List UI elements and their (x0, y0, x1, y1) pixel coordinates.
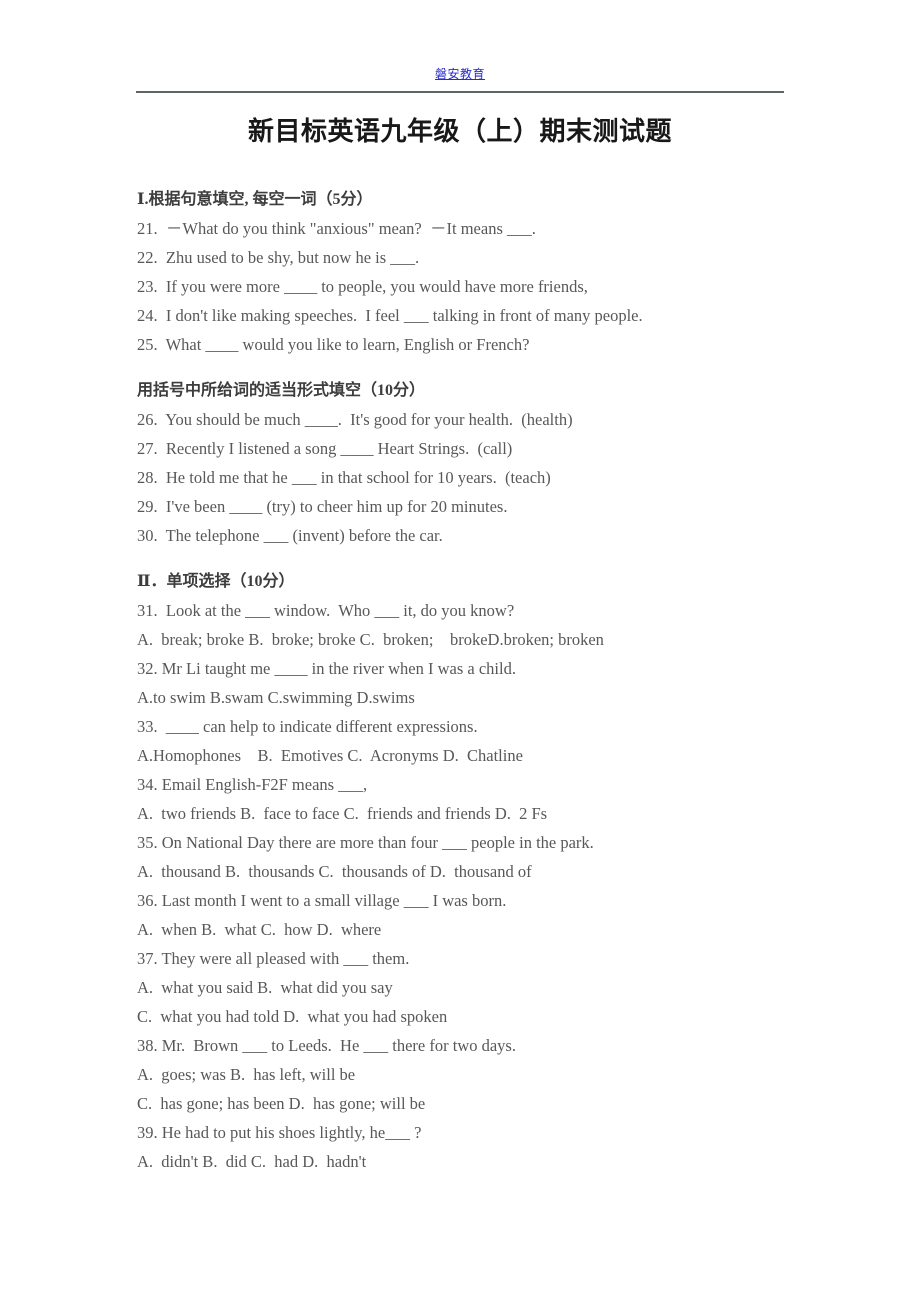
option-line: C. has gone; has been D. has gone; will … (137, 1094, 426, 1113)
question-line: 22. Zhu used to be shy, but now he is __… (137, 248, 420, 267)
option-line: A. what you said B. what did you say (137, 978, 393, 997)
section-heading: Ⅰ.根据句意填空, 每空一词（5分） (137, 191, 373, 208)
question-line: 27. Recently I listened a song ____ Hear… (137, 439, 513, 458)
question-line: 23. If you were more ____ to people, you… (137, 277, 588, 296)
option-line: A. break; broke B. broke; broke C. broke… (137, 630, 604, 649)
section-heading: 用括号中所给词的适当形式填空（10分） (137, 382, 426, 399)
question-line: 21. －What do you think "anxious" mean? －… (137, 219, 536, 238)
document-page: 磐安教育 新目标英语九年级（上）期末测试题 Ⅰ.根据句意填空, 每空一词（5分）… (0, 0, 920, 1302)
question-line: 26. You should be much ____. It's good f… (137, 410, 573, 429)
option-line: A. thousand B. thousands C. thousands of… (137, 862, 532, 881)
option-line: C. what you had told D. what you had spo… (137, 1007, 448, 1026)
question-line: 34. Email English-F2F means ___, (137, 775, 368, 794)
option-line: A. didn't B. did C. had D. hadn't (137, 1152, 367, 1171)
section-heading: Ⅱ．单项选择（10分） (137, 573, 295, 590)
question-line: 39. He had to put his shoes lightly, he_… (137, 1123, 422, 1142)
question-line: 31. Look at the ___ window. Who ___ it, … (137, 601, 515, 620)
question-line: 25. What ____ would you like to learn, E… (137, 335, 530, 354)
exam-section: Ⅱ．单项选择（10分） 31. Look at the ___ window. … (137, 567, 817, 1176)
option-line: A. two friends B. face to face C. friend… (137, 804, 548, 823)
question-line: 28. He told me that he ___ in that schoo… (137, 468, 551, 487)
question-line: 32. Mr Li taught me ____ in the river wh… (137, 659, 516, 678)
question-line: 36. Last month I went to a small village… (137, 891, 507, 910)
question-line: 33. ____ can help to indicate different … (137, 717, 478, 736)
question-line: 35. On National Day there are more than … (137, 833, 594, 852)
option-line: A.to swim B.swam C.swimming D.swims (137, 688, 415, 707)
page-header: 磐安教育 (136, 66, 784, 93)
page-title: 新目标英语九年级（上）期末测试题 (247, 117, 672, 146)
option-line: A. when B. what C. how D. where (137, 920, 382, 939)
question-line: 30. The telephone ___ (invent) before th… (137, 526, 443, 545)
question-line: 29. I've been ____ (try) to cheer him up… (137, 497, 508, 516)
exam-content: Ⅰ.根据句意填空, 每空一词（5分） 21. －What do you thin… (137, 185, 817, 1176)
header-link-row: 磐安教育 (136, 66, 784, 86)
option-line: A. goes; was B. has left, will be (137, 1065, 356, 1084)
question-line: 38. Mr. Brown ___ to Leeds. He ___ there… (137, 1036, 516, 1055)
header-divider (136, 91, 784, 93)
question-line: 37. They were all pleased with ___ them. (137, 949, 410, 968)
site-link[interactable]: 磐安教育 (435, 67, 485, 81)
question-line: 24. I don't like making speeches. I feel… (137, 306, 643, 325)
exam-section: 用括号中所给词的适当形式填空（10分） 26. You should be mu… (137, 376, 817, 550)
exam-section: Ⅰ.根据句意填空, 每空一词（5分） 21. －What do you thin… (137, 185, 817, 359)
option-line: A.Homophones B. Emotives C. Acronyms D. … (137, 746, 523, 765)
